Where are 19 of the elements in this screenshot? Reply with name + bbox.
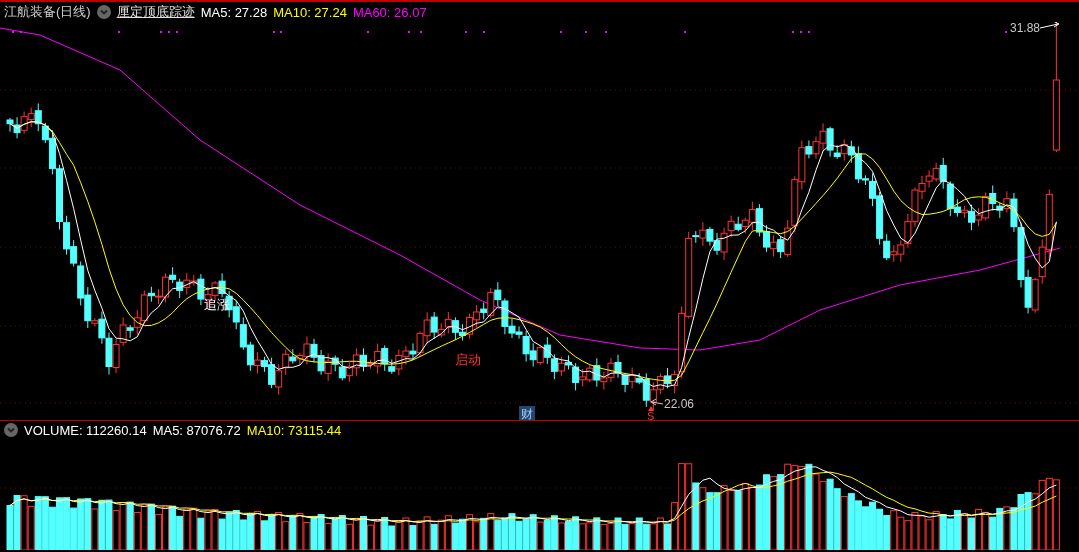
stock-title: 江航装备(日线) xyxy=(4,3,91,21)
volume-readout: MA10: 73115.44 xyxy=(246,422,342,438)
signal-label: 启动 xyxy=(455,352,481,367)
arrow-icon xyxy=(1039,22,1060,29)
volume-readout: VOLUME: 112260.14 xyxy=(24,422,147,438)
ma-readout: MA5: 27.28 xyxy=(200,4,268,20)
event-badge[interactable]: 财 xyxy=(521,407,533,420)
event-badge-background xyxy=(519,406,535,420)
ma-readout: MA60: 26.07 xyxy=(352,4,427,20)
high-price-label: 31.88 xyxy=(1010,22,1041,35)
triangle-icon xyxy=(648,406,654,411)
ma-readout: MA10: 27.24 xyxy=(273,4,347,20)
volume-readout: MA5: 87076.72 xyxy=(152,422,241,438)
low-price-label: 22.06 xyxy=(664,397,695,411)
sell-mark: S xyxy=(647,410,655,420)
collapse-icon[interactable] xyxy=(4,423,18,437)
arrow-icon xyxy=(650,398,664,406)
indicator-name[interactable]: 厘定顶底踪迹 xyxy=(116,3,195,21)
dropdown-icon[interactable] xyxy=(96,5,111,19)
